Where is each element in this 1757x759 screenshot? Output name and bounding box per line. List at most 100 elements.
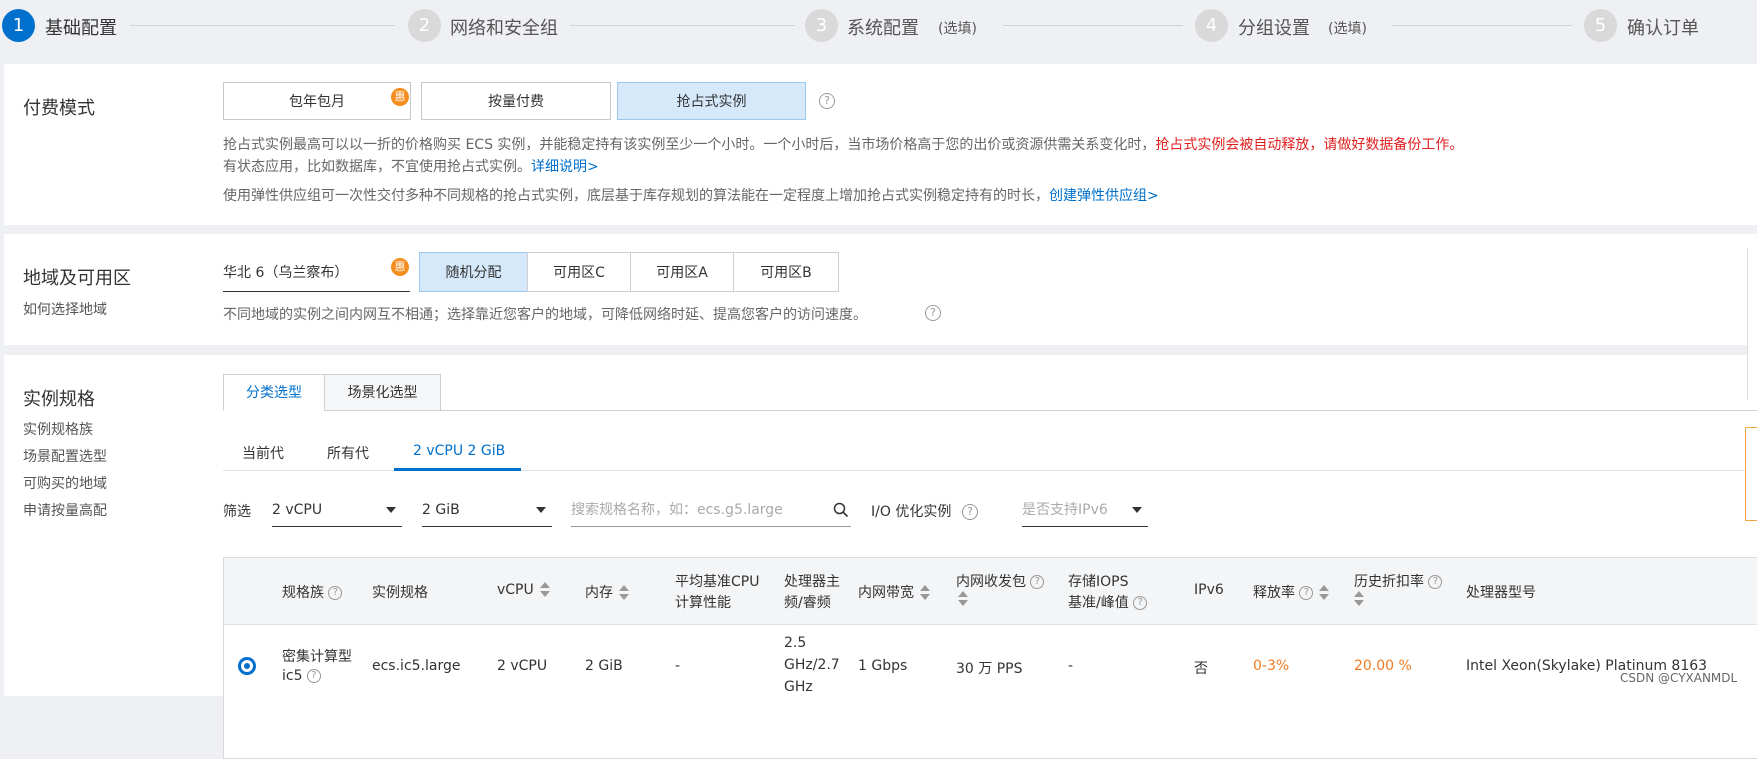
cell-family-2: ic5 ? <box>282 668 321 684</box>
col-header-pps-sort[interactable] <box>952 591 968 607</box>
spot-description-line-1: 抢占式实例最高可以以一折的价格购买 ECS 实例，并能稳定持有该实例至少一个小时… <box>223 134 1463 154</box>
col-header-release-label: 释放率 <box>1253 585 1295 601</box>
step-1-label[interactable]: 基础配置 <box>45 14 117 40</box>
col-header-bandwidth[interactable]: 内网带宽 <box>858 582 930 602</box>
help-icon[interactable]: ? <box>819 93 835 109</box>
col-header-spec: 实例规格 <box>372 585 428 601</box>
subtab-2vcpu-2gib[interactable]: 2 vCPU 2 GiB <box>413 443 505 459</box>
zone-b-button[interactable]: 可用区B <box>733 252 839 292</box>
col-header-release-rate[interactable]: 释放率 ? <box>1253 582 1330 602</box>
region-description: 不同地域的实例之间内网互不相通；选择靠近您客户的地域，可降低网络时延、提高您客户… <box>223 307 867 323</box>
cell-pps: 30 万 PPS <box>956 661 1023 677</box>
sort-icon[interactable] <box>958 591 968 607</box>
side-floating-tab[interactable] <box>1745 427 1757 521</box>
table-row[interactable]: 密集计算型 ic5 ? ecs.ic5.large 2 vCPU 2 GiB -… <box>224 624 1757 758</box>
col-header-ipv6: IPv6 <box>1194 582 1224 598</box>
spec-search-placeholder: 搜索规格名称，如：ecs.g5.large <box>571 502 783 518</box>
sort-icon[interactable] <box>539 582 550 598</box>
help-icon[interactable]: ? <box>328 586 343 600</box>
col-header-memory[interactable]: 内存 <box>585 582 629 602</box>
vcpu-select[interactable]: 2 vCPU <box>272 493 402 527</box>
zone-c-button[interactable]: 可用区C <box>527 252 631 292</box>
details-link[interactable]: 详细说明> <box>531 159 599 175</box>
memory-select[interactable]: 2 GiB <box>422 493 552 527</box>
col-header-discount: 历史折扣率 ? <box>1354 571 1443 591</box>
chevron-down-icon <box>536 507 546 513</box>
col-header-pps-label: 内网收发包 <box>956 574 1026 590</box>
cell-freq-1: 2.5 <box>784 635 807 651</box>
cell-vcpu: 2 vCPU <box>497 658 548 674</box>
step-3-optional: (选填) <box>938 21 977 37</box>
cell-family-2-label: ic5 <box>282 668 303 684</box>
tab-category-selection[interactable]: 分类选型 <box>223 374 325 411</box>
step-2-label[interactable]: 网络和安全组 <box>450 14 558 40</box>
sort-icon[interactable] <box>920 585 930 601</box>
col-header-iops-2-label: 基准/峰值 <box>1068 595 1129 611</box>
step-connector <box>570 25 795 26</box>
spot-instance-button[interactable]: 抢占式实例 <box>617 82 806 120</box>
step-1-circle: 1 <box>2 9 35 42</box>
side-panel-edge[interactable] <box>1747 248 1757 400</box>
row-radio-selected[interactable] <box>238 657 256 675</box>
ipv6-select[interactable]: 是否支持IPv6 <box>1022 493 1148 527</box>
instance-spec-section: 实例规格 实例规格族 场景配置选型 可购买的地域 申请按量高配 分类选型 场景化… <box>4 355 1757 759</box>
how-to-choose-region-link[interactable]: 如何选择地域 <box>23 299 107 319</box>
help-icon[interactable]: ? <box>1133 596 1148 610</box>
chevron-down-icon <box>1132 507 1142 513</box>
cell-iops: - <box>1068 658 1074 674</box>
help-icon[interactable]: ? <box>1030 575 1045 589</box>
subscription-button[interactable]: 包年包月 <box>223 82 411 120</box>
col-header-vcpu[interactable]: vCPU <box>497 582 550 598</box>
zone-a-button[interactable]: 可用区A <box>630 252 734 292</box>
payment-mode-title: 付费模式 <box>23 98 95 119</box>
step-5-label[interactable]: 确认订单 <box>1627 14 1699 40</box>
subtab-current-gen[interactable]: 当前代 <box>242 443 284 463</box>
step-connector <box>1003 25 1183 26</box>
purchasable-regions-link[interactable]: 可购买的地域 <box>23 473 107 493</box>
cell-ipv6: 否 <box>1194 661 1208 677</box>
help-icon[interactable]: ? <box>962 504 978 520</box>
vcpu-select-value: 2 vCPU <box>272 502 323 518</box>
cell-family-1: 密集计算型 <box>282 649 352 665</box>
zone-random-button[interactable]: 随机分配 <box>419 252 528 292</box>
payment-mode-section: 付费模式 包年包月 惠 按量付费 抢占式实例 ? 抢占式实例最高可以以一折的价格… <box>4 64 1757 225</box>
col-header-family-label: 规格族 <box>282 585 324 601</box>
sort-icon[interactable] <box>1319 585 1330 601</box>
col-header-discount-label: 历史折扣率 <box>1354 574 1424 590</box>
filter-label: 筛选 <box>223 504 251 520</box>
sort-icon[interactable] <box>619 585 629 601</box>
help-icon[interactable]: ? <box>925 305 941 321</box>
io-optimized-label: I/O 优化实例 <box>871 504 952 520</box>
sort-icon[interactable] <box>1354 591 1364 607</box>
search-icon[interactable] <box>833 502 849 518</box>
step-3-circle: 3 <box>805 9 838 42</box>
tab-divider <box>441 410 1757 411</box>
table-header-row: 规格族 ? 实例规格 vCPU 内存 平均基准CPU 计算性能 处理器主 频/睿… <box>224 558 1757 625</box>
step-connector <box>130 25 395 26</box>
spec-family-link[interactable]: 实例规格族 <box>23 419 93 439</box>
region-zone-section: 地域及可用区 如何选择地域 华北 6（乌兰察布） 惠 随机分配 可用区C 可用区… <box>4 234 1757 345</box>
help-icon[interactable]: ? <box>1299 586 1314 600</box>
col-header-bandwidth-label: 内网带宽 <box>858 585 914 601</box>
step-5-circle: 5 <box>1584 9 1617 42</box>
step-3-label[interactable]: 系统配置 <box>847 14 919 40</box>
region-zone-title: 地域及可用区 <box>23 268 131 289</box>
cell-discount: 20.00 % <box>1354 658 1412 674</box>
spec-search-input[interactable]: 搜索规格名称，如：ecs.g5.large <box>571 493 851 527</box>
help-icon[interactable]: ? <box>306 669 321 683</box>
ipv6-select-placeholder: 是否支持IPv6 <box>1022 502 1108 518</box>
create-elastic-supply-link[interactable]: 创建弹性供应组> <box>1049 188 1159 204</box>
spot-description-line-2: 有状态应用，比如数据库，不宜使用抢占式实例。详细说明> <box>223 156 599 176</box>
instance-spec-title: 实例规格 <box>23 389 95 410</box>
col-header-freq-1: 处理器主 <box>784 574 840 590</box>
scenario-config-link[interactable]: 场景配置选型 <box>23 446 107 466</box>
col-header-iops-2: 基准/峰值 ? <box>1068 592 1148 612</box>
tab-scenario-selection[interactable]: 场景化选型 <box>324 374 441 411</box>
region-select[interactable]: 华北 6（乌兰察布） <box>223 256 410 292</box>
subtab-all-gen[interactable]: 所有代 <box>327 443 369 463</box>
help-icon[interactable]: ? <box>1428 575 1443 589</box>
step-4-label[interactable]: 分组设置 <box>1238 14 1310 40</box>
apply-high-config-link[interactable]: 申请按量高配 <box>23 500 107 520</box>
col-header-discount-sort[interactable] <box>1348 591 1364 607</box>
pay-as-you-go-button[interactable]: 按量付费 <box>421 82 611 120</box>
